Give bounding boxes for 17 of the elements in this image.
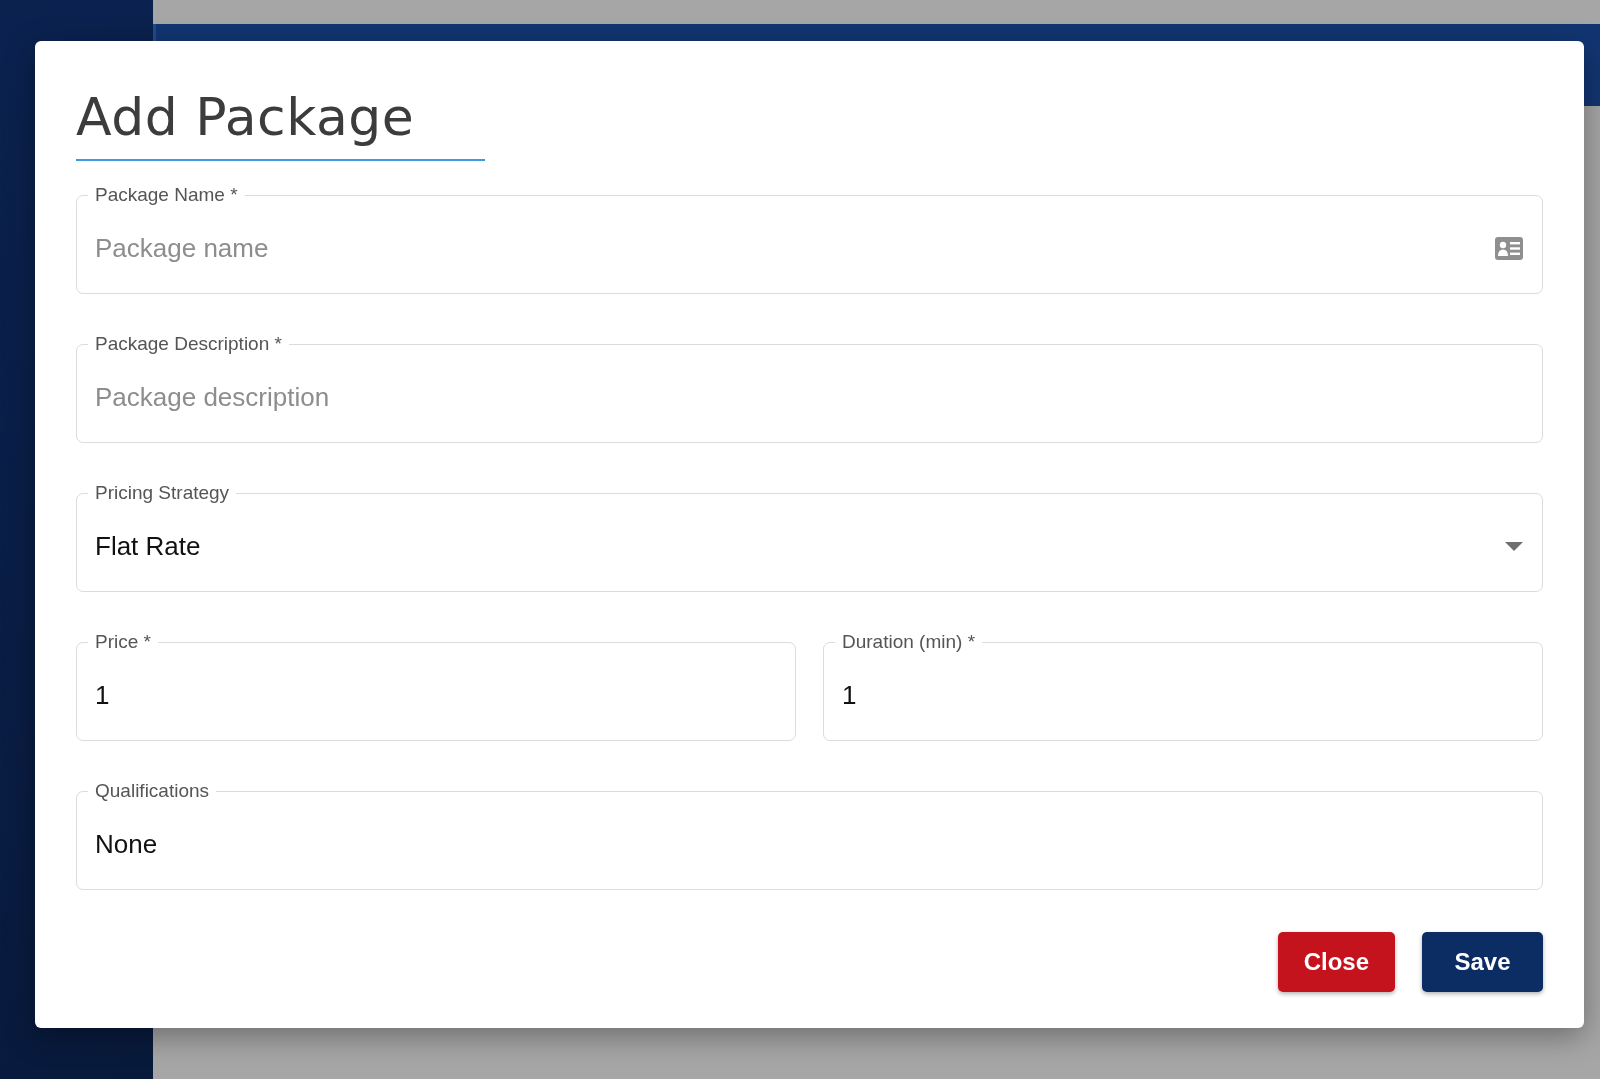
- contact-card-icon: [1495, 236, 1523, 260]
- close-button[interactable]: Close: [1277, 932, 1395, 992]
- text-input[interactable]: Package description: [95, 381, 1523, 413]
- text-input[interactable]: 1: [842, 679, 1523, 711]
- input-field[interactable]: Package Name * Package name: [76, 184, 1543, 294]
- input-field[interactable]: Package Description * Package description: [76, 333, 1543, 443]
- input-field[interactable]: Duration (min) * 1: [823, 631, 1543, 741]
- text-input[interactable]: Package name: [95, 232, 1495, 264]
- save-button[interactable]: Save: [1422, 932, 1543, 992]
- text-input[interactable]: None: [95, 828, 1523, 860]
- select-field[interactable]: Pricing Strategy Flat Rate: [76, 482, 1543, 592]
- dropdown-caret-icon: [1505, 541, 1523, 551]
- input-field[interactable]: Price * 1: [76, 631, 796, 741]
- dialog-title: Add Package: [76, 81, 485, 161]
- text-input[interactable]: 1: [95, 679, 776, 711]
- input-field[interactable]: Qualifications None: [76, 780, 1543, 890]
- select-value: Flat Rate: [95, 530, 202, 562]
